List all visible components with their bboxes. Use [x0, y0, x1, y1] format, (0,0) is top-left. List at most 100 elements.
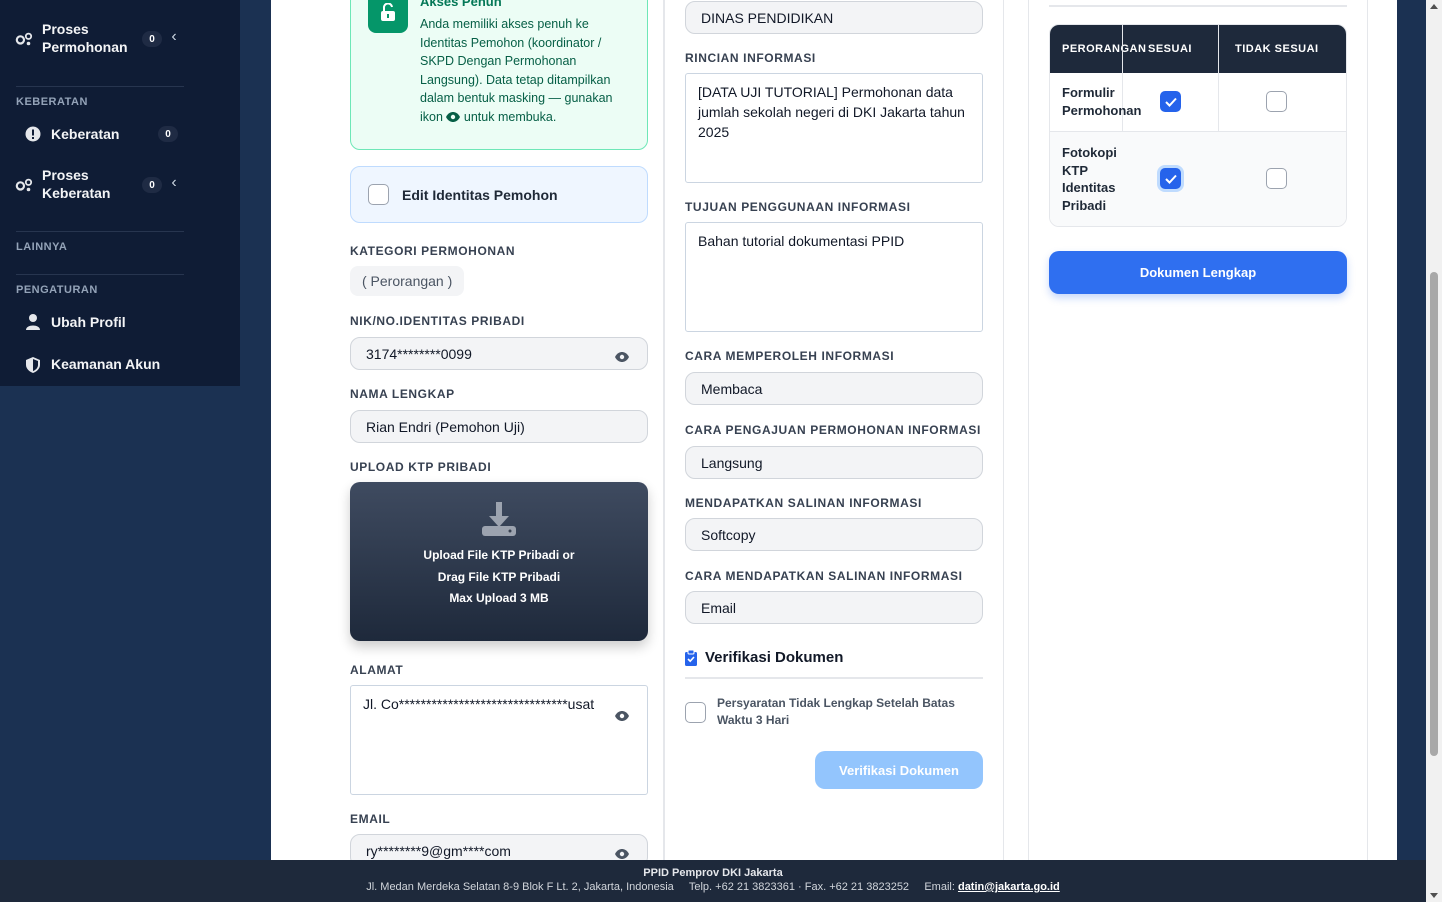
dokumen-table: PERORANGAN SESUAI TIDAK SESUAI Formulir … [1049, 24, 1347, 227]
chevron-left-icon: ‹ [171, 174, 177, 191]
divider [16, 274, 184, 275]
sidebar-item-ubah-profil[interactable]: Ubah Profil [0, 312, 240, 332]
shield-icon [24, 356, 42, 374]
salinan-label: MENDAPATKAN SALINAN INFORMASI [685, 496, 922, 510]
edit-identitas-toggle[interactable]: Edit Identitas Pemohon [350, 166, 648, 223]
sidebar-item-label: Permohonan [42, 39, 128, 55]
scroll-up-arrow[interactable] [1430, 4, 1438, 9]
salinan-field[interactable]: Softcopy [685, 518, 983, 551]
kategori-label: KATEGORI PERMOHONAN [350, 244, 516, 258]
eye-icon[interactable] [615, 706, 629, 721]
upload-line-2: Drag File KTP Pribadi [437, 570, 561, 584]
salinan-value: Softcopy [701, 526, 756, 543]
row-label-line2: KTP [1062, 162, 1088, 178]
divider [16, 231, 184, 232]
row-divider [1050, 131, 1346, 132]
tujuan-textarea[interactable]: Bahan tutorial dokumentasi PPID [685, 222, 983, 332]
cara-salinan-value: Email [701, 599, 737, 616]
check-icon [1164, 174, 1177, 184]
header-tidak-sesuai: TIDAK SESUAI [1235, 43, 1319, 55]
verifikasi-heading: Verifikasi Dokumen [685, 649, 843, 666]
user-icon [24, 313, 42, 331]
upload-ktp-dropzone[interactable]: Upload File KTP Pribadi or Drag File KTP… [350, 482, 648, 641]
footer-email-link[interactable]: datin@jakarta.go.id [958, 881, 1060, 893]
sidebar-item-keberatan[interactable]: Keberatan 0 [0, 124, 240, 144]
ktp-tidak-sesuai-checkbox[interactable] [1266, 168, 1287, 189]
clipboard-check-icon [685, 649, 697, 666]
cara-pengajuan-label: CARA PENGAJUAN PERMOHONAN INFORMASI [685, 423, 981, 437]
divider [16, 86, 184, 87]
persyaratan-label-line1: Persyaratan Tidak Lengkap Setelah Batas [717, 696, 955, 710]
alert-title: Akses Penuh [420, 0, 502, 9]
nama-field[interactable]: Rian Endri (Pemohon Uji) [350, 410, 648, 443]
alamat-field[interactable]: Jl. Co*******************************usa… [350, 685, 648, 795]
persyaratan-checkbox-row[interactable]: Persyaratan Tidak Lengkap Setelah Batas … [685, 695, 967, 729]
cara-memperoleh-value: Membaca [701, 380, 763, 397]
footer-org: PPID Pemprov DKI Jakarta [643, 867, 783, 879]
count-badge: 0 [142, 31, 162, 47]
persyaratan-checkbox[interactable] [685, 702, 706, 723]
row-label-line4: Pribadi [1062, 197, 1107, 213]
kategori-value: ( Perorangan ) [350, 266, 465, 296]
rincian-permohonan-column: DINAS PENDIDIKAN RINCIAN INFORMASI [DATA… [664, 0, 1004, 860]
identitas-pemohon-column: Akses Penuh Anda memiliki akses penuh ke… [300, 0, 664, 860]
eye-icon [446, 109, 461, 128]
verifikasi-dokumen-button[interactable]: Verifikasi Dokumen [815, 751, 983, 789]
alamat-label: ALAMAT [350, 663, 404, 677]
count-badge: 0 [142, 177, 162, 193]
footer-email-label: Email: [924, 881, 955, 893]
upload-line-1: Upload File KTP Pribadi or [423, 548, 575, 562]
row-label-line2: Permohonan [1062, 102, 1142, 118]
section-heading: PENGATURAN [16, 284, 98, 296]
email-value: ry********9@gm****com [366, 842, 511, 859]
divider [685, 677, 983, 679]
header-sesuai: SESUAI [1148, 43, 1192, 55]
email-field[interactable]: ry********9@gm****com [350, 834, 648, 860]
footer-contact: Jl. Medan Merdeka Selatan 8-9 Blok F Lt.… [0, 881, 1426, 893]
header-perorangan: PERORANGAN [1062, 43, 1147, 55]
dokumen-lengkap-button[interactable]: Dokumen Lengkap [1049, 251, 1347, 294]
rincian-label: RINCIAN INFORMASI [685, 51, 816, 65]
ktp-sesuai-checkbox[interactable] [1160, 168, 1181, 189]
scroll-down-arrow[interactable] [1430, 893, 1438, 898]
sidebar-item-proses-keberatan[interactable]: Proses Keberatan 0 ‹ [0, 166, 240, 204]
sidebar-item-label: Keamanan Akun [51, 356, 161, 372]
formulir-sesuai-checkbox[interactable] [1160, 91, 1181, 112]
table-row-fotokopi-ktp: Fotokopi KTP Identitas Pribadi [1062, 144, 1117, 214]
row-label-line1: Formulir [1062, 85, 1115, 100]
skpd-field[interactable]: DINAS PENDIDIKAN [685, 1, 983, 34]
cara-salinan-field[interactable]: Email [685, 591, 983, 624]
exclamation-circle-icon [24, 125, 42, 143]
check-icon [1164, 97, 1177, 107]
scroll-thumb[interactable] [1430, 272, 1438, 756]
sidebar: Proses Permohonan 0 ‹ KEBERATAN Keberata… [0, 0, 240, 386]
cara-pengajuan-field[interactable]: Langsung [685, 446, 983, 479]
nama-label: NAMA LENGKAP [350, 387, 455, 401]
gears-icon [15, 30, 33, 48]
table-row-formulir: Formulir Permohonan [1062, 84, 1141, 119]
eye-icon[interactable] [615, 349, 629, 362]
row-label-line1: Fotokopi [1062, 145, 1117, 160]
section-heading: LAINNYA [16, 241, 68, 253]
verifikasi-title: Verifikasi Dokumen [705, 649, 844, 666]
formulir-tidak-sesuai-checkbox[interactable] [1266, 91, 1287, 112]
sidebar-item-keamanan-akun[interactable]: Keamanan Akun [0, 354, 240, 374]
alert-text: Anda memiliki akses penuh ke Identitas P… [420, 15, 630, 127]
gears-icon [15, 176, 33, 194]
nik-field[interactable]: 3174********0099 [350, 337, 648, 370]
upload-line-3: Max Upload 3 MB [449, 591, 549, 605]
rincian-textarea[interactable]: [DATA UJI TUTORIAL] Permohonan data juml… [685, 73, 983, 183]
alert-text-suffix: untuk membuka. [463, 109, 557, 124]
persyaratan-label-line2: Waktu 3 Hari [717, 713, 790, 727]
sidebar-item-proses-permohonan[interactable]: Proses Permohonan 0 ‹ [0, 20, 240, 58]
sidebar-item-label: Keberatan [51, 126, 120, 142]
eye-icon[interactable] [615, 846, 629, 859]
page-scrollbar[interactable] [1426, 0, 1442, 902]
sidebar-item-label: Keberatan [42, 185, 111, 201]
cara-memperoleh-field[interactable]: Membaca [685, 372, 983, 405]
email-label: EMAIL [350, 812, 391, 826]
full-access-alert: Akses Penuh Anda memiliki akses penuh ke… [350, 0, 648, 150]
edit-identitas-checkbox[interactable] [368, 184, 389, 205]
main-content: Akses Penuh Anda memiliki akses penuh ke… [271, 0, 1397, 860]
sidebar-item-label: Proses [42, 21, 89, 37]
